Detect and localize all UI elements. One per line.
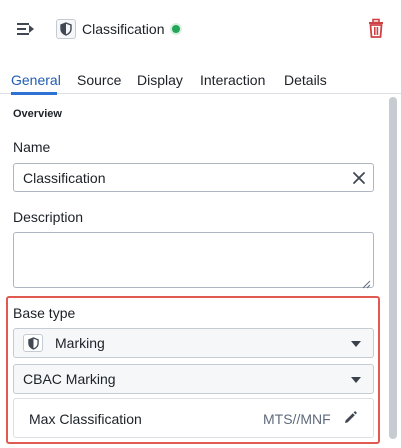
tab-source[interactable]: Source <box>77 71 121 89</box>
panel-header: Classification <box>0 0 401 58</box>
description-label: Description <box>13 209 84 225</box>
tab-details[interactable]: Details <box>284 71 327 89</box>
scrollbar-thumb[interactable] <box>389 97 397 439</box>
shield-icon <box>23 334 43 352</box>
status-indicator <box>172 25 180 33</box>
name-input[interactable]: Classification <box>13 163 374 192</box>
marking-subtype-value: CBAC Marking <box>23 371 116 387</box>
max-classification-value: MTS//MNF <box>263 411 331 427</box>
description-textarea[interactable] <box>13 232 374 289</box>
max-classification-row: Max Classification MTS//MNF <box>13 398 374 438</box>
clear-icon[interactable] <box>352 171 366 185</box>
max-classification-label: Max Classification <box>29 411 142 427</box>
tab-bar: General Source Display Interaction Detai… <box>0 58 401 94</box>
trash-icon[interactable] <box>366 18 386 40</box>
tab-general[interactable]: General <box>11 71 61 89</box>
marking-subtype-select[interactable]: CBAC Marking <box>13 364 374 394</box>
panel-collapse-icon[interactable] <box>15 18 37 40</box>
shield-icon <box>56 19 76 39</box>
base-type-value: Marking <box>55 335 105 351</box>
section-title-overview: Overview <box>13 108 62 120</box>
tab-interaction[interactable]: Interaction <box>200 71 265 89</box>
name-value: Classification <box>23 170 106 186</box>
chevron-down-icon <box>351 341 361 347</box>
tab-display[interactable]: Display <box>137 71 183 89</box>
property-title: Classification <box>82 21 165 37</box>
name-label: Name <box>13 139 51 155</box>
base-type-label: Base type <box>13 305 76 321</box>
resize-grip-icon[interactable] <box>362 276 371 289</box>
base-type-select[interactable]: Marking <box>13 328 374 358</box>
chevron-down-icon <box>351 377 361 383</box>
edit-icon[interactable] <box>342 410 358 426</box>
